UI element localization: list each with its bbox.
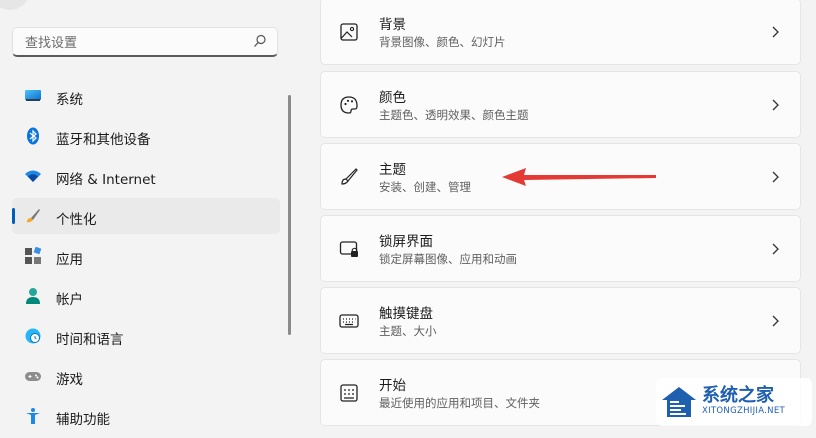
sidebar-item-apps[interactable]: 应用	[12, 238, 280, 274]
start-icon	[340, 384, 358, 402]
card-touch-keyboard[interactable]: 触摸键盘 主题、大小	[320, 287, 801, 354]
sidebar-item-label: 时间和语言	[56, 332, 124, 348]
monitor-icon	[25, 90, 41, 101]
sidebar-item-accounts[interactable]: 帐户	[12, 278, 280, 314]
sidebar-item-gaming[interactable]: 游戏	[12, 358, 280, 394]
card-colors[interactable]: 颜色 主题色、透明效果、颜色主题	[320, 71, 801, 138]
sidebar-scrollbar[interactable]	[288, 95, 291, 335]
card-title: 触摸键盘	[379, 306, 433, 322]
globe-clock-icon	[25, 328, 41, 344]
card-title: 颜色	[379, 90, 406, 106]
card-title: 主题	[379, 162, 406, 178]
card-background[interactable]: 背景 背景图像、颜色、幻灯片	[320, 0, 801, 65]
card-description: 最近使用的应用和项目、文件夹	[379, 396, 540, 410]
chevron-right-icon	[772, 171, 779, 183]
sidebar-item-label: 个性化	[56, 212, 97, 228]
card-description: 锁定屏幕图像、应用和动画	[379, 252, 517, 266]
sidebar-item-network[interactable]: 网络 & Internet	[12, 158, 280, 194]
chevron-right-icon	[772, 243, 779, 255]
wifi-icon	[25, 170, 41, 182]
sidebar-item-label: 蓝牙和其他设备	[56, 132, 151, 148]
card-description: 安装、创建、管理	[379, 180, 471, 194]
card-title: 背景	[379, 17, 406, 33]
card-description: 背景图像、颜色、幻灯片	[379, 35, 506, 49]
card-description: 主题、大小	[379, 324, 437, 338]
palette-icon	[340, 96, 358, 114]
picture-icon	[340, 23, 358, 41]
accessibility-icon	[26, 408, 40, 424]
sidebar-item-label: 网络 & Internet	[56, 172, 156, 188]
sidebar-nav: 系统 蓝牙和其他设备 网络 & Internet 个性化 应用 帐户 时间和语言…	[12, 78, 280, 438]
card-lock-screen[interactable]: 锁屏界面 锁定屏幕图像、应用和动画	[320, 215, 801, 282]
sidebar-item-label: 系统	[56, 92, 83, 108]
search-icon[interactable]	[253, 34, 267, 48]
bluetooth-icon	[27, 127, 39, 145]
sidebar-item-label: 应用	[56, 252, 83, 268]
keyboard-icon	[339, 314, 359, 328]
avatar[interactable]	[0, 0, 30, 10]
chevron-right-icon	[772, 315, 779, 327]
search-box[interactable]	[12, 27, 278, 57]
sidebar-item-label: 游戏	[56, 372, 83, 388]
chevron-right-icon	[772, 99, 779, 111]
chevron-right-icon	[772, 26, 779, 38]
sidebar-item-time-language[interactable]: 时间和语言	[12, 318, 280, 354]
sidebar-item-bluetooth[interactable]: 蓝牙和其他设备	[12, 118, 280, 154]
sidebar-item-label: 辅助功能	[56, 412, 110, 428]
brush-icon	[341, 168, 358, 185]
house-logo-icon	[662, 387, 696, 417]
gamepad-icon	[25, 372, 41, 381]
person-icon	[26, 288, 40, 304]
annotation-arrow	[502, 168, 656, 186]
apps-icon	[25, 247, 42, 264]
sidebar-item-personalization[interactable]: 个性化	[12, 198, 280, 234]
search-input[interactable]	[23, 33, 247, 53]
watermark-logo: 系统之家 XITONGZHIJIA.NET	[656, 378, 812, 426]
sidebar-item-label: 帐户	[56, 292, 83, 308]
card-title: 开始	[379, 378, 406, 394]
brush-icon	[27, 209, 40, 223]
watermark-en-text: XITONGZHIJIA.NET	[702, 406, 785, 416]
sidebar-item-system[interactable]: 系统	[12, 78, 280, 114]
watermark-cn-text: 系统之家	[702, 385, 774, 406]
card-title: 锁屏界面	[379, 234, 433, 250]
lock-screen-icon	[339, 241, 358, 257]
card-description: 主题色、透明效果、颜色主题	[379, 108, 529, 122]
